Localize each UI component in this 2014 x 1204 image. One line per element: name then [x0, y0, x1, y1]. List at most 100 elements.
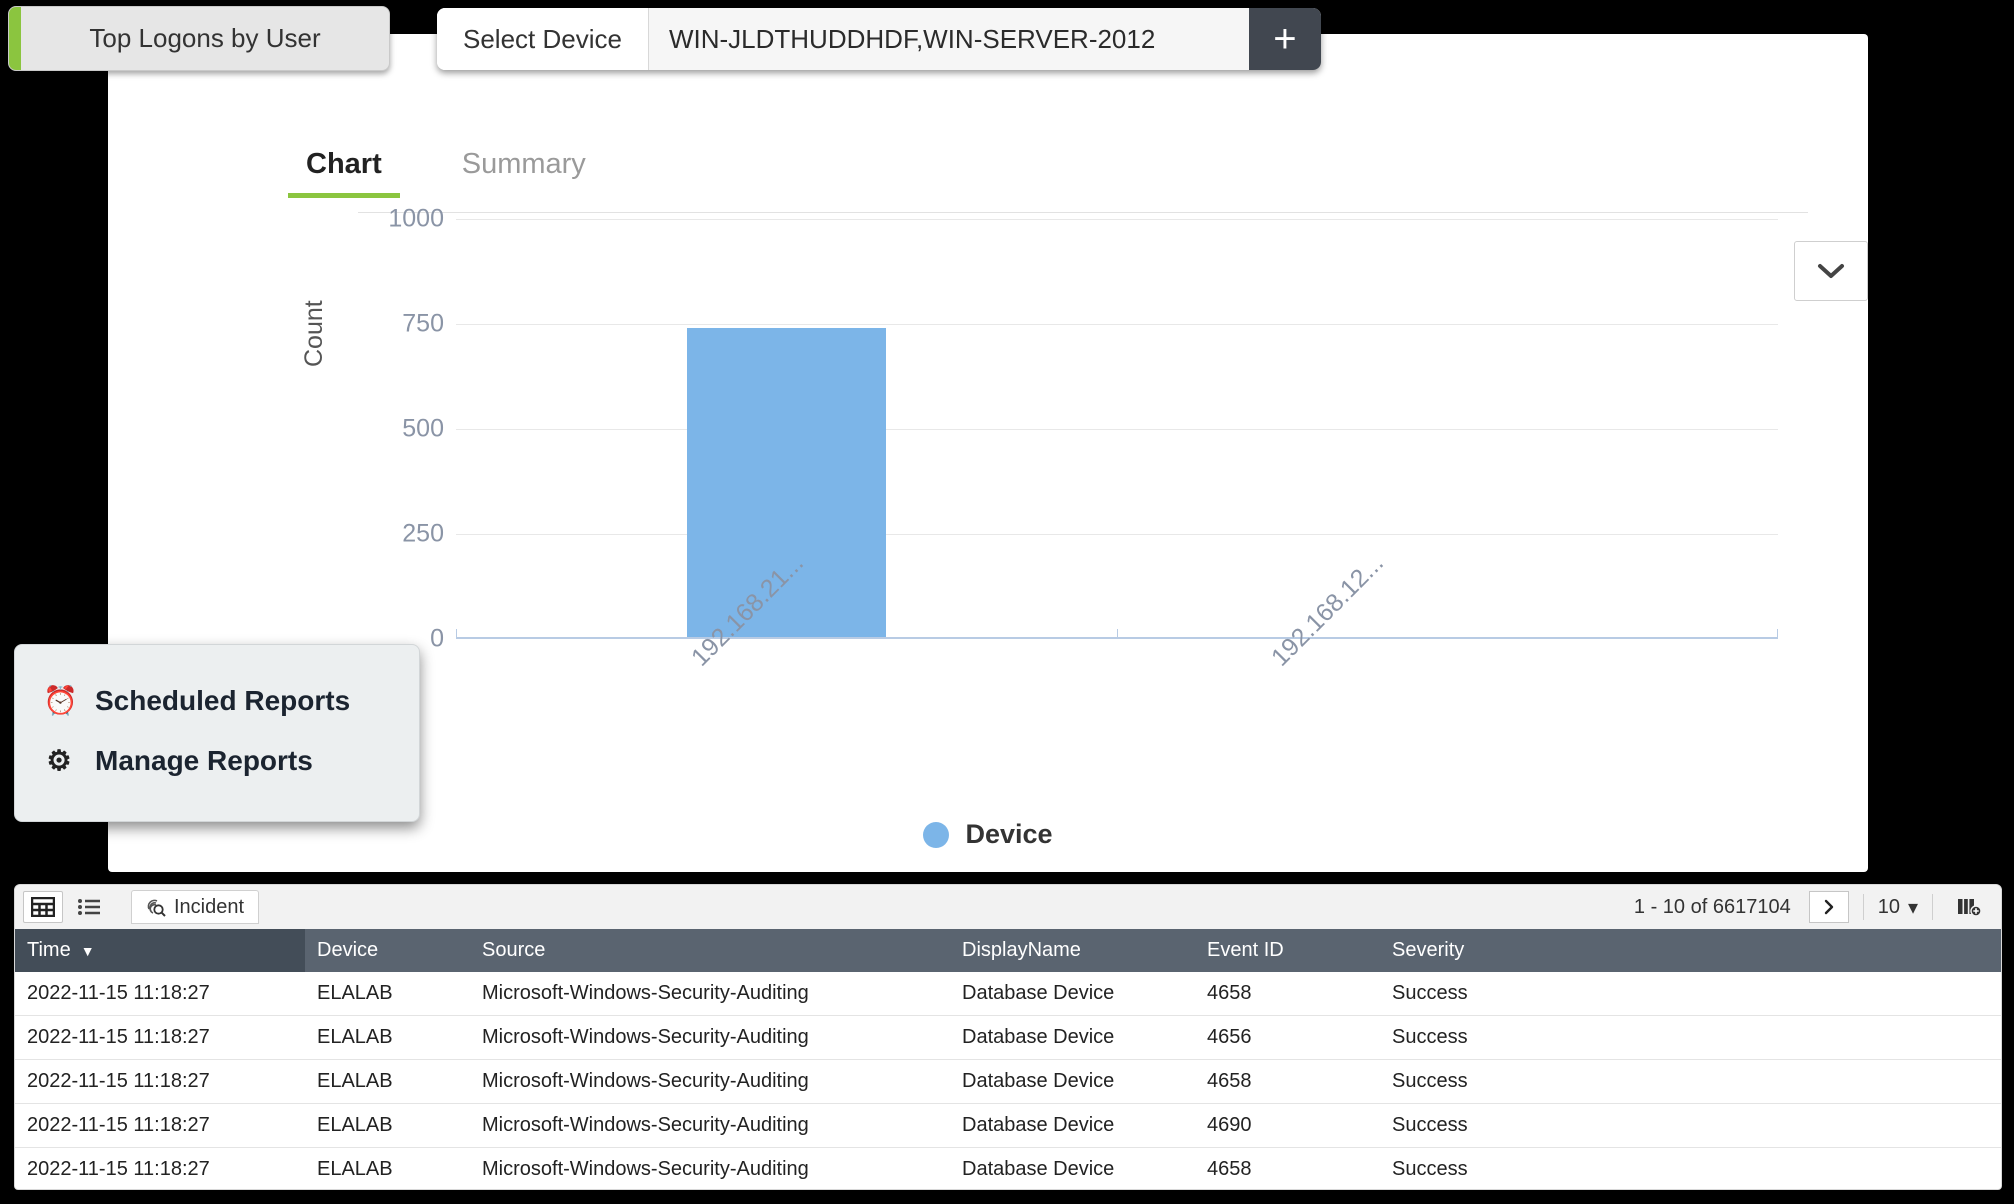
column-header-displayname[interactable]: DisplayName — [950, 929, 1195, 972]
column-header-severity[interactable]: Severity — [1380, 929, 2001, 972]
cell-device: ELALAB — [305, 1103, 470, 1148]
cell-severity: Success — [1380, 1147, 2001, 1189]
next-page-button[interactable] — [1808, 891, 1849, 923]
fingerprint-search-icon — [147, 899, 166, 917]
y-tick: 250 — [402, 519, 444, 548]
x-axis-labels: 192.168.21... 192.168.12... — [456, 549, 1926, 792]
y-tick: 0 — [430, 624, 444, 653]
y-axis-ticks: 1000 750 500 250 0 — [308, 205, 456, 653]
report-tab-label: Top Logons by User — [89, 23, 321, 53]
menu-item-label: Manage Reports — [95, 745, 313, 776]
column-header-time[interactable]: Time ▼ — [15, 929, 305, 972]
events-grid-panel: Incident 1 - 10 of 6617104 10 ▾ Time ▼ D… — [14, 884, 2002, 1190]
menu-item-label: Scheduled Reports — [95, 685, 351, 716]
table-row[interactable]: 2022-11-15 11:18:27 ELALAB Microsoft-Windo… — [15, 1015, 2001, 1060]
tab-divider — [358, 212, 1808, 213]
collapse-chart-button[interactable] — [1794, 241, 1868, 301]
add-device-button[interactable]: + — [1248, 8, 1321, 70]
table-row[interactable]: 2022-11-15 11:18:27 ELALAB Microsoft-Windo… — [15, 972, 2001, 1016]
cell-severity: Success — [1380, 972, 2001, 1016]
report-tab-top-logons[interactable]: Top Logons by User — [8, 6, 390, 71]
table-row[interactable]: 2022-11-15 11:18:27 ELALAB Microsoft-Windo… — [15, 1103, 2001, 1148]
cell-source: Microsoft-Windows-Security-Auditing — [470, 1147, 950, 1189]
cell-time: 2022-11-15 11:18:27 — [15, 1103, 305, 1148]
grid-pagination: 1 - 10 of 6617104 10 ▾ — [1616, 891, 1993, 923]
page-size-select[interactable]: 10 ▾ — [1878, 895, 1918, 920]
list-view-icon — [78, 899, 100, 915]
cell-displayname: Database Device — [950, 1015, 1195, 1060]
column-header-device[interactable]: Device — [305, 929, 470, 972]
x-axis-tick — [1117, 629, 1118, 639]
cell-time: 2022-11-15 11:18:27 — [15, 1059, 305, 1104]
cell-severity: Success — [1380, 1103, 2001, 1148]
table-header-row: Time ▼ Device Source DisplayName Event ID… — [15, 929, 2001, 972]
legend-swatch-device — [923, 821, 950, 848]
menu-item-manage-reports[interactable]: ⚙ Manage Reports — [15, 731, 419, 791]
selected-device-value[interactable]: WIN-JLDTHUDDHDF,WIN-SERVER-2012 — [648, 8, 1249, 70]
grid-view-icon — [31, 897, 55, 917]
tab-summary[interactable]: Summary — [444, 144, 604, 198]
y-tick: 500 — [402, 414, 444, 443]
device-selector: Select Device WIN-JLDTHUDDHDF,WIN-SERVER… — [437, 8, 1321, 70]
cell-eventid: 4690 — [1195, 1103, 1380, 1148]
x-axis-tick — [1777, 629, 1778, 639]
cell-displayname: Database Device — [950, 1103, 1195, 1148]
cell-displayname: Database Device — [950, 1147, 1195, 1189]
list-view-button[interactable] — [69, 891, 109, 923]
table-row[interactable]: 2022-11-15 11:18:27 ELALAB Microsoft-Windo… — [15, 1147, 2001, 1189]
toolbar-divider — [1932, 894, 1933, 920]
chevron-right-icon — [1824, 899, 1833, 915]
cell-time: 2022-11-15 11:18:27 — [15, 1147, 305, 1189]
cell-source: Microsoft-Windows-Security-Auditing — [470, 1103, 950, 1148]
bar-chart: Count 1000 750 500 250 0 — [300, 205, 1778, 653]
cell-source: Microsoft-Windows-Security-Auditing — [470, 1059, 950, 1104]
y-tick: 1000 — [388, 204, 444, 233]
add-column-button[interactable] — [1947, 896, 1993, 918]
x-axis-tick — [456, 629, 457, 639]
chevron-down-icon: ▾ — [1907, 896, 1918, 919]
cell-severity: Success — [1380, 1015, 2001, 1060]
cell-source: Microsoft-Windows-Security-Auditing — [470, 972, 950, 1016]
cell-device: ELALAB — [305, 972, 470, 1016]
toolbar-divider — [1862, 894, 1864, 920]
menu-item-scheduled-reports[interactable]: ⏰ Scheduled Reports — [15, 671, 419, 731]
cell-displayname: Database Device — [950, 972, 1195, 1016]
cell-device: ELALAB — [305, 1147, 470, 1189]
grid-tab-incident[interactable]: Incident — [131, 890, 260, 924]
chevron-down-icon — [1818, 264, 1844, 278]
cell-eventid: 4658 — [1195, 1147, 1380, 1189]
table-row[interactable]: 2022-11-15 11:18:27 ELALAB Microsoft-Windo… — [15, 1059, 2001, 1104]
gridline — [456, 429, 1778, 430]
gridline — [456, 219, 1778, 220]
report-tab-accent — [9, 7, 21, 70]
cell-device: ELALAB — [305, 1059, 470, 1104]
events-table: Time ▼ Device Source DisplayName Event ID… — [15, 929, 2001, 1189]
chart-legend: Device — [108, 819, 1868, 850]
legend-label-device[interactable]: Device — [965, 819, 1052, 850]
column-header-source[interactable]: Source — [470, 929, 950, 972]
page-info-label: 1 - 10 of 6617104 — [1633, 895, 1791, 918]
cell-displayname: Database Device — [950, 1059, 1195, 1104]
gridline — [456, 324, 1778, 325]
add-column-icon — [1958, 899, 1982, 917]
y-tick: 750 — [402, 309, 444, 338]
page-size-value: 10 — [1877, 895, 1900, 918]
grid-toolbar: Incident 1 - 10 of 6617104 10 ▾ — [15, 885, 2001, 929]
grid-view-button[interactable] — [23, 891, 63, 923]
cell-time: 2022-11-15 11:18:27 — [15, 1015, 305, 1060]
table-body: 2022-11-15 11:18:27 ELALAB Microsoft-Windo… — [15, 972, 2001, 1189]
sort-desc-icon: ▼ — [80, 943, 95, 959]
cell-device: ELALAB — [305, 1015, 470, 1060]
app-root: Chart Summary Count 1000 750 500 250 0 1… — [0, 0, 2014, 1204]
cell-severity: Success — [1380, 1059, 2001, 1104]
select-device-label[interactable]: Select Device — [437, 8, 649, 70]
cell-eventid: 4658 — [1195, 972, 1380, 1016]
plot-grid — [456, 219, 1778, 639]
cell-time: 2022-11-15 11:18:27 — [15, 972, 305, 1016]
column-header-eventid[interactable]: Event ID — [1195, 929, 1380, 972]
reports-context-menu: ⏰ Scheduled Reports ⚙ Manage Reports — [14, 644, 420, 822]
cell-eventid: 4656 — [1195, 1015, 1380, 1060]
tab-chart[interactable]: Chart — [288, 144, 400, 198]
grid-tab-label: Incident — [174, 895, 245, 918]
cell-eventid: 4658 — [1195, 1059, 1380, 1104]
